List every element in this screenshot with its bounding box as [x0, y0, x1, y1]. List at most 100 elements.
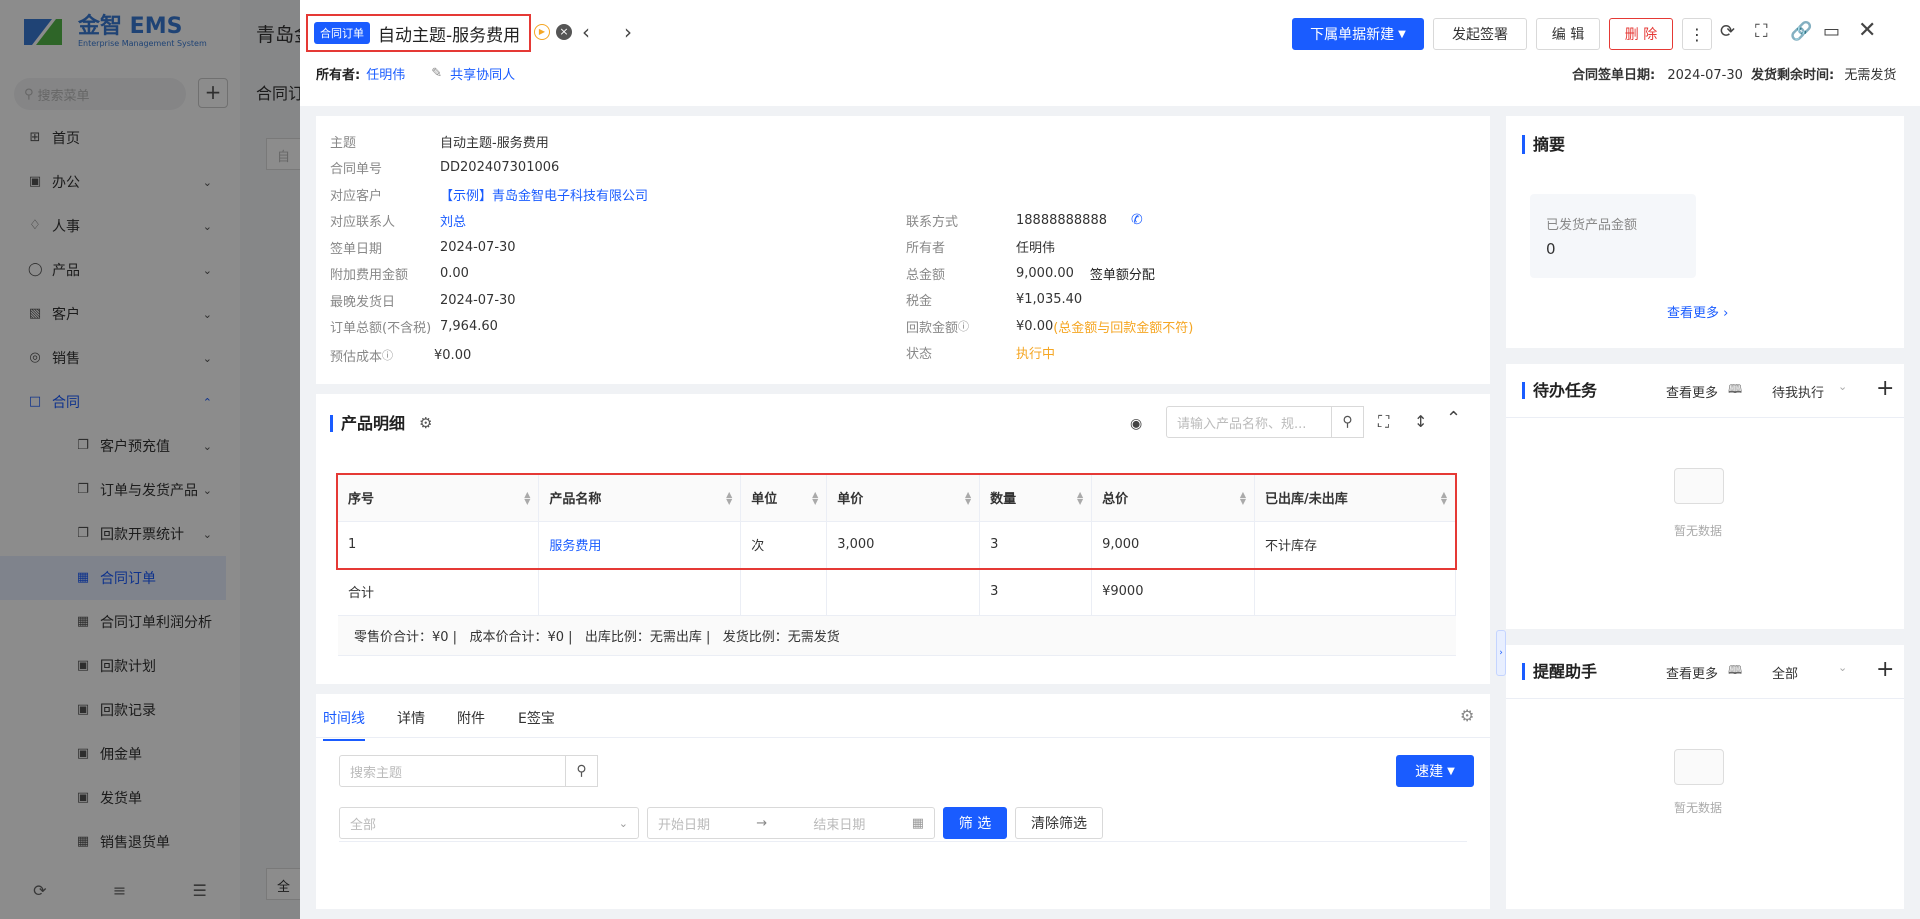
date-range-picker[interactable]: 开始日期 → 结束日期 ▦	[647, 807, 935, 839]
tab-esign[interactable]: E签宝	[518, 708, 555, 728]
expand-height-icon[interactable]: ↕	[1414, 412, 1427, 431]
refresh-icon[interactable]: ⟳	[1720, 21, 1735, 42]
link-icon[interactable]: 🔗	[1790, 21, 1812, 42]
table-cell: 合计	[338, 568, 540, 616]
owner-label: 所有者:	[316, 68, 361, 83]
timeline-search-input[interactable]: 搜索主题	[339, 755, 566, 787]
empty-inbox-icon	[1674, 468, 1724, 504]
field-value: 2024-07-30	[440, 292, 516, 308]
collapse-up-icon[interactable]: ⌃	[1446, 408, 1461, 429]
todo-header: 待办任务 查看更多 🕮 待我执行 ⌄ +	[1506, 364, 1904, 418]
contact-link[interactable]: 刘总	[440, 211, 466, 230]
owner-row: 所有者: 任明伟 ✎ 共享协同人	[316, 64, 515, 83]
tab-details[interactable]: 详情	[397, 708, 425, 728]
search-icon[interactable]: ⚲	[566, 755, 598, 787]
table-total-row: 合计 3 ¥9000	[338, 568, 1456, 616]
add-icon[interactable]: +	[1876, 657, 1894, 682]
info-right-column: 联系方式 18888888888 ✆ 所有者 任明伟 总金额 9,000.00 签单额分配…	[906, 207, 1466, 366]
field-label: 对应联系人	[330, 215, 396, 231]
tab-attachments[interactable]: 附件	[457, 708, 485, 728]
shipped-amount-stat: 已发货产品金额 0	[1530, 194, 1696, 278]
field-label: 对应客户	[330, 188, 383, 204]
field-value: 18888888888	[1016, 212, 1107, 228]
field-label: 状态	[906, 347, 933, 363]
delete-button[interactable]: 删 除	[1609, 18, 1673, 50]
prev-icon[interactable]: ‹	[582, 20, 590, 44]
stat-label: 已发货产品金额	[1546, 218, 1638, 233]
field-value: DD202407301006	[440, 160, 560, 176]
reminder-see-more[interactable]: 查看更多	[1666, 663, 1718, 682]
reminder-filter-select[interactable]: 全部	[1772, 663, 1798, 682]
edit-button[interactable]: 编 辑	[1536, 18, 1600, 50]
quick-new-button[interactable]: 速建 ▼	[1396, 755, 1474, 787]
ship-remaining-label: 发货剩余时间:	[1751, 68, 1835, 83]
product-search-input[interactable]: 请输入产品名称、规...	[1166, 406, 1332, 438]
field-label: 预估成本	[330, 349, 383, 365]
field-value: 2024-07-30	[440, 239, 516, 255]
close-circle-icon[interactable]: ×	[556, 24, 572, 40]
title-highlight: 合同订单 自动主题-服务费用	[306, 14, 531, 52]
drawer-header: 合同订单 自动主题-服务费用 ▶ × ‹ › 所有者: 任明伟 ✎ 共享协同人 …	[300, 0, 1920, 106]
record-type-badge: 合同订单	[314, 22, 370, 44]
chevron-down-icon: ▼	[1398, 28, 1406, 40]
see-more-link[interactable]: 查看更多 ›	[1667, 302, 1728, 321]
table-cell: 3	[979, 568, 1093, 616]
field-label: 主题	[330, 135, 357, 151]
next-icon[interactable]: ›	[624, 20, 632, 44]
monitor-icon[interactable]: ▭	[1823, 21, 1840, 42]
initiate-sign-button[interactable]: 发起签署	[1433, 18, 1527, 50]
field-label: 最晚发货日	[330, 294, 396, 310]
product-summary: 零售价合计：¥0 | 成本价合计：¥0 | 出库比例：无需出库 | 发货比例：无…	[338, 615, 1456, 656]
summary-title: 摘要	[1522, 135, 1566, 154]
info-card: 主题 自动主题-服务费用 合同单号 DD202407301006 对应客户 【示例】青…	[316, 116, 1490, 384]
product-detail-title: 产品明细	[330, 414, 405, 432]
sign-date-label: 合同签单日期:	[1572, 68, 1656, 83]
collapse-panel-handle[interactable]: ›	[1496, 630, 1506, 676]
tab-timeline[interactable]: 时间线	[323, 708, 365, 741]
timeline-type-select[interactable]: 全部 ⌄	[339, 807, 639, 839]
play-icon[interactable]: ▶	[534, 24, 550, 40]
field-value: 0.00	[440, 266, 469, 282]
chevron-down-icon: ⌄	[1838, 380, 1848, 393]
filter-button[interactable]: 筛 选	[943, 807, 1007, 839]
reminder-card: 提醒助手 查看更多 🕮 全部 ⌄ + 暂无数据	[1506, 645, 1904, 909]
start-date-placeholder: 开始日期	[658, 817, 711, 833]
sign-amount-allocation[interactable]: 签单额分配	[1090, 264, 1155, 283]
settings-gear-icon[interactable]: ⚙	[419, 414, 432, 432]
fullscreen-icon[interactable]: ⛶	[1378, 412, 1389, 432]
info-left-column: 主题 自动主题-服务费用 合同单号 DD202407301006 对应客户 【示例】青…	[330, 128, 890, 370]
table-cell	[1254, 568, 1456, 616]
add-icon[interactable]: +	[1876, 376, 1894, 401]
table-cell	[538, 568, 742, 616]
help-icon: ⓘ	[958, 320, 970, 334]
field-value: 9,000.00	[1016, 265, 1074, 281]
customer-link[interactable]: 【示例】青岛金智电子科技有限公司	[440, 185, 648, 204]
todo-card: 待办任务 查看更多 🕮 待我执行 ⌄ + 暂无数据	[1506, 364, 1904, 629]
field-label: 附加费用金额	[330, 268, 409, 284]
product-detail-header: 产品明细 ⚙	[330, 414, 432, 432]
table-highlight	[336, 473, 1457, 570]
settings-gear-icon[interactable]: ⚙	[1460, 706, 1474, 725]
new-sub-document-label: 下属单据新建	[1310, 27, 1395, 43]
empty-text: 暂无数据	[1674, 524, 1723, 538]
fullscreen-icon[interactable]: ⛶	[1755, 21, 1768, 42]
product-search-placeholder: 请输入产品名称、规...	[1177, 416, 1307, 432]
new-sub-document-button[interactable]: 下属单据新建 ▼	[1292, 18, 1424, 50]
phone-icon[interactable]: ✆	[1131, 212, 1143, 228]
todo-see-more[interactable]: 查看更多	[1666, 382, 1718, 401]
clear-filter-button[interactable]: 清除筛选	[1015, 807, 1103, 839]
search-icon[interactable]: ⚲	[1332, 406, 1364, 438]
arrow-right-icon: →	[756, 815, 768, 831]
end-date-placeholder: 结束日期	[813, 817, 866, 833]
table-cell	[826, 568, 981, 616]
todo-filter-select[interactable]: 待我执行	[1772, 382, 1824, 401]
reminder-header: 提醒助手 查看更多 🕮 全部 ⌄ +	[1506, 645, 1904, 699]
share-collaborators-link[interactable]: 共享协同人	[450, 64, 515, 83]
summary-card: 摘要 已发货产品金额 0 查看更多 ›	[1506, 116, 1904, 348]
timeline-tabs: 时间线 详情 附件 E签宝 ⚙	[316, 694, 1490, 741]
empty-text: 暂无数据	[1674, 801, 1723, 815]
more-menu-icon[interactable]: ⋮	[1682, 18, 1712, 50]
close-icon[interactable]: ✕	[1858, 18, 1876, 43]
target-icon[interactable]: ◉	[1130, 416, 1142, 432]
owner-link[interactable]: 任明伟	[366, 64, 405, 83]
